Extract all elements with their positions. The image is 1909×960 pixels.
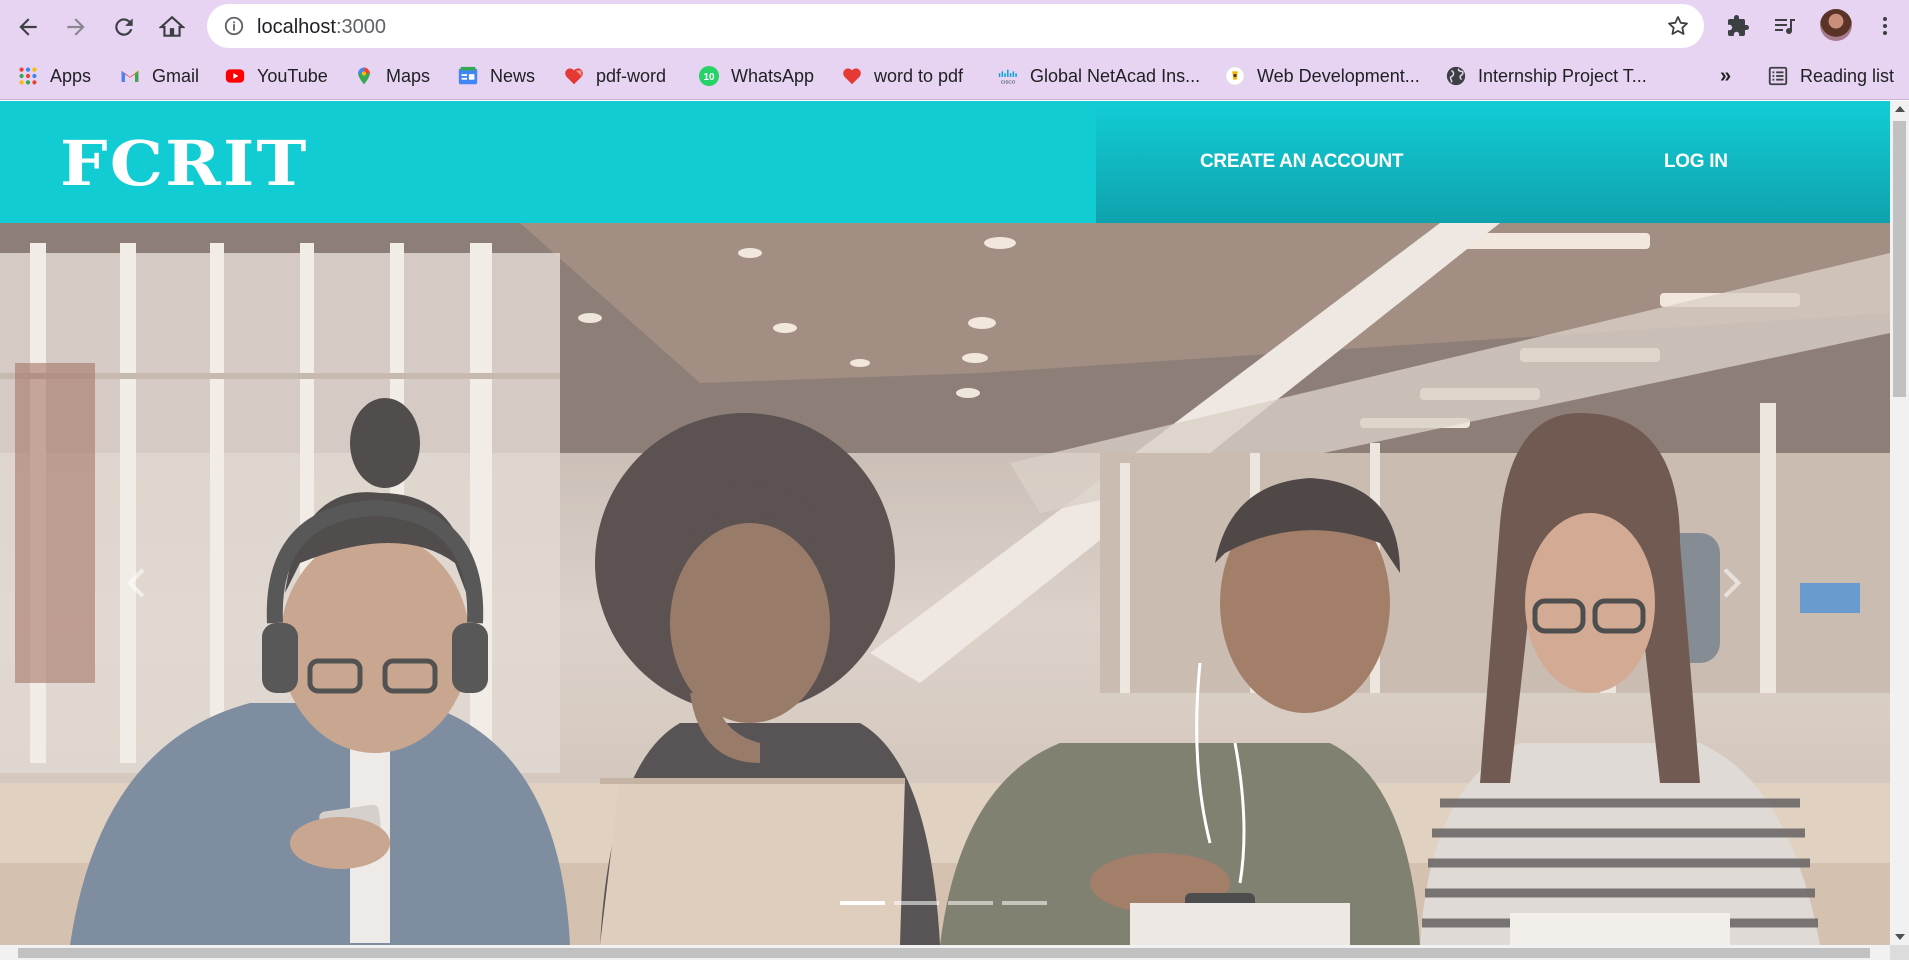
carousel-indicator[interactable] [1002, 901, 1047, 905]
browser-toolbar: localhost:3000 [0, 0, 1909, 52]
bookmarks-overflow-button[interactable]: » [1720, 62, 1731, 90]
forward-button[interactable] [59, 10, 93, 44]
bookmark-word-to-pdf[interactable]: word to pdf [840, 62, 963, 90]
bookmark-label: WhatsApp [731, 65, 815, 86]
bookmark-apps[interactable]: Apps [16, 62, 91, 90]
header-nav: CREATE AN ACCOUNT LOG IN [1096, 101, 1890, 223]
bookmark-label: Maps [386, 65, 431, 86]
carousel-indicators [840, 901, 1047, 905]
youtube-icon [223, 64, 247, 88]
profile-avatar[interactable] [1820, 9, 1852, 41]
login-link[interactable]: LOG IN [1664, 151, 1728, 173]
bookmark-label: Apps [50, 65, 92, 86]
scroll-up-icon[interactable] [1895, 106, 1905, 112]
hero-carousel [0, 223, 1890, 945]
carousel-indicator[interactable] [840, 901, 885, 905]
forward-arrow-icon [67, 18, 85, 36]
web-dev-icon [1223, 64, 1247, 88]
bookmark-pdf-word[interactable]: pdf-word [562, 62, 666, 90]
horizontal-scrollbar[interactable] [0, 945, 1890, 960]
scroll-down-icon[interactable] [1895, 934, 1905, 940]
address-bar[interactable]: localhost:3000 [207, 4, 1704, 48]
bookmark-label: Internship Project T... [1478, 65, 1647, 86]
bookmark-label: Gmail [152, 65, 200, 86]
bookmark-internship-project[interactable]: Internship Project T... [1444, 62, 1647, 90]
whatsapp-icon: 10 [697, 64, 721, 88]
site-header: FCRIT CREATE AN ACCOUNT LOG IN [0, 101, 1890, 223]
kebab-menu-icon [1883, 17, 1887, 35]
extensions-button[interactable] [1723, 11, 1753, 41]
vertical-scrollbar[interactable] [1890, 101, 1909, 945]
bookmark-star-icon[interactable] [1666, 14, 1690, 38]
vertical-scroll-thumb[interactable] [1893, 121, 1906, 397]
media-control-button[interactable] [1770, 11, 1800, 41]
svg-text:CISCO: CISCO [1001, 79, 1016, 84]
bookmark-web-development[interactable]: Web Development... [1223, 62, 1420, 90]
horizontal-scroll-thumb[interactable] [18, 948, 1870, 958]
carousel-next-icon[interactable] [1710, 563, 1750, 603]
puzzle-icon [1728, 15, 1749, 36]
home-button[interactable] [155, 10, 189, 44]
bookmark-label: YouTube [257, 65, 328, 86]
heart-icon [840, 64, 864, 88]
heart-icon [562, 64, 586, 88]
carousel-prev-icon[interactable] [118, 563, 158, 603]
reading-list-icon [1766, 64, 1790, 88]
back-arrow-icon [19, 18, 37, 36]
reading-list-button[interactable]: Reading list [1766, 62, 1894, 90]
back-button[interactable] [11, 10, 45, 44]
bookmark-youtube[interactable]: YouTube [223, 62, 328, 90]
home-icon [159, 15, 185, 37]
url-text: localhost:3000 [257, 16, 386, 38]
carousel-indicator[interactable] [948, 901, 993, 905]
cisco-icon: CISCO [996, 64, 1020, 88]
site-info-icon[interactable] [223, 15, 245, 37]
reload-button[interactable] [107, 10, 141, 44]
reading-list-label: Reading list [1800, 65, 1895, 86]
apps-grid-icon [16, 64, 40, 88]
hero-image-students-studying [0, 223, 1890, 945]
bookmark-label: News [490, 65, 536, 86]
reload-icon [115, 18, 133, 36]
scrollbar-corner [1890, 945, 1909, 960]
bookmark-label: Global NetAcad Ins... [1030, 65, 1201, 86]
overflow-chevron-icon: » [1720, 64, 1732, 87]
bookmark-whatsapp[interactable]: 10 WhatsApp [697, 62, 814, 90]
site-logo[interactable]: FCRIT [60, 133, 308, 195]
bookmark-news[interactable]: News [456, 62, 535, 90]
gmail-icon [118, 64, 142, 88]
bookmarks-bar: Apps Gmail YouTube Maps News pdf-word 10… [0, 52, 1909, 100]
browser-menu-button[interactable] [1870, 11, 1900, 41]
bookmark-label: word to pdf [874, 65, 964, 86]
playlist-music-icon [1775, 19, 1795, 35]
globe-icon [1444, 64, 1468, 88]
bookmark-label: Web Development... [1257, 65, 1420, 86]
create-account-link[interactable]: CREATE AN ACCOUNT [1200, 151, 1403, 173]
bookmark-gmail[interactable]: Gmail [118, 62, 199, 90]
bookmark-label: pdf-word [596, 65, 667, 86]
google-news-icon [456, 64, 480, 88]
carousel-indicator[interactable] [894, 901, 939, 905]
bookmark-maps[interactable]: Maps [352, 62, 430, 90]
bookmark-global-netacad[interactable]: CISCO Global NetAcad Ins... [996, 62, 1200, 90]
svg-text:10: 10 [703, 72, 715, 83]
page-viewport: FCRIT CREATE AN ACCOUNT LOG IN [0, 101, 1890, 945]
maps-pin-icon [352, 64, 376, 88]
